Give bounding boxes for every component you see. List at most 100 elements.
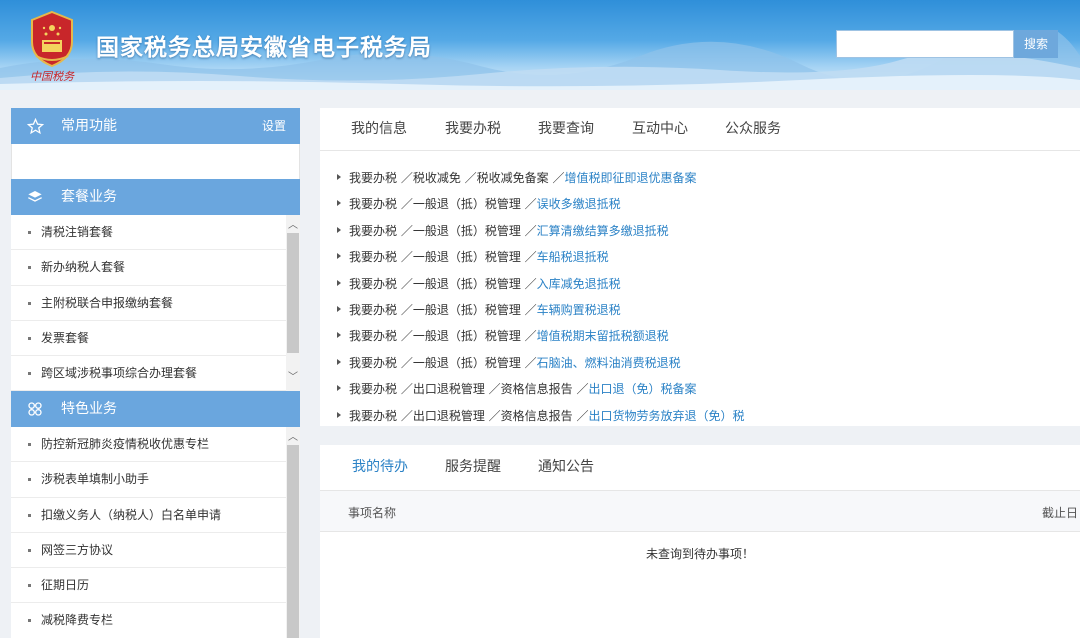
path-row: 我要办税 ／税收减免 ／税收减免备案 ／增值税即征即退优惠备案 — [320, 169, 1080, 195]
special-business-header[interactable]: 特色业务 — [11, 391, 300, 427]
common-functions-title: 常用功能 — [61, 118, 117, 134]
sidebar-item[interactable]: 跨区域涉税事项综合办理套餐 — [11, 356, 286, 391]
path-prefix: 我要办税 ／一般退（抵）税管理 ／ — [349, 329, 537, 344]
package-business-header[interactable]: 套餐业务 — [11, 179, 300, 215]
sidebar-item[interactable]: 发票套餐 — [11, 321, 286, 357]
bullet-icon — [28, 301, 31, 305]
package-list-scrollbar[interactable]: ︿ ﹀ — [286, 215, 300, 391]
path-link[interactable]: 增值税即征即退优惠备案 — [564, 171, 696, 185]
path-link[interactable]: 汇算清缴结算多缴退抵税 — [537, 224, 669, 238]
tab-service-reminder[interactable]: 服务提醒 — [445, 445, 501, 490]
path-link[interactable]: 出口退（免）税备案 — [588, 382, 696, 396]
site-header: 中国税务 国家税务总局安徽省电子税务局 搜索 — [0, 0, 1080, 90]
caret-right-icon — [337, 411, 341, 418]
caret-right-icon — [337, 305, 341, 312]
scrollbar-thumb[interactable] — [287, 233, 299, 353]
bullet-icon — [28, 231, 31, 234]
sidebar-item[interactable]: 防控新冠肺炎疫情税收优惠专栏 — [11, 427, 286, 463]
path-row: 我要办税 ／出口退税管理 ／资格信息报告 ／出口货物劳务放弃退（免）税 — [320, 407, 1080, 433]
sidebar-item[interactable]: 主附税联合申报缴纳套餐 — [11, 286, 286, 321]
scroll-down-icon[interactable]: ﹀ — [286, 371, 300, 385]
bullet-icon — [28, 548, 31, 552]
path-row: 我要办税 ／一般退（抵）税管理 ／增值税期末留抵税额退税 — [320, 327, 1080, 353]
path-link[interactable]: 石脑油、燃料油消费税退税 — [537, 356, 681, 370]
main-nav-tabs: 我的信息 我要办税 我要查询 互动中心 公众服务 — [320, 108, 1080, 151]
todo-tabs: 我的待办 服务提醒 通知公告 — [320, 445, 1080, 490]
caret-right-icon — [337, 200, 341, 207]
bullet-icon — [28, 619, 31, 623]
path-prefix: 我要办税 ／一般退（抵）税管理 ／ — [349, 276, 537, 291]
tab-my-todo[interactable]: 我的待办 — [352, 445, 408, 490]
path-prefix: 我要办税 ／一般退（抵）税管理 ／ — [349, 197, 537, 212]
tab-my-info[interactable]: 我的信息 — [351, 108, 407, 151]
shortcut-path-list: 我要办税 ／税收减免 ／税收减免备案 ／增值税即征即退优惠备案 我要办税 ／一般… — [320, 151, 1080, 433]
caret-right-icon — [337, 332, 341, 339]
search-button[interactable]: 搜索 — [1014, 30, 1058, 58]
bullet-icon — [28, 336, 31, 340]
column-deadline: 截止日 — [1042, 506, 1079, 520]
sidebar-item[interactable]: 新办纳税人套餐 — [11, 250, 286, 286]
common-functions-body — [11, 144, 300, 179]
emblem-script: 中国税务 — [30, 70, 75, 83]
bullet-icon — [28, 478, 31, 482]
package-business-list: 清税注销套餐 新办纳税人套餐 主附税联合申报缴纳套餐 发票套餐 跨区域涉税事项综… — [11, 215, 300, 391]
tax-emblem-logo: 中国税务 — [22, 6, 82, 84]
caret-right-icon — [337, 226, 341, 233]
sidebar-item[interactable]: 征期日历 — [11, 568, 286, 604]
package-business-title: 套餐业务 — [61, 189, 117, 205]
caret-right-icon — [337, 358, 341, 365]
path-prefix: 我要办税 ／一般退（抵）税管理 ／ — [349, 355, 537, 370]
path-row: 我要办税 ／一般退（抵）税管理 ／入库减免退抵税 — [320, 275, 1080, 301]
star-icon — [27, 108, 45, 144]
settings-link[interactable]: 设置 — [262, 108, 286, 144]
tab-public-service[interactable]: 公众服务 — [725, 108, 781, 151]
tab-tax-handling[interactable]: 我要办税 — [445, 108, 501, 151]
bullet-icon — [28, 584, 31, 588]
special-business-title: 特色业务 — [61, 401, 117, 417]
todo-panel: 我的待办 服务提醒 通知公告 事项名称 截止日 未查询到待办事项！ — [320, 445, 1080, 638]
sidebar-item[interactable]: 减税降费专栏 — [11, 603, 286, 638]
sidebar: 常用功能 设置 套餐业务 清税注销套餐 新办纳税人套餐 主附税联合申报缴纳套餐 … — [11, 108, 300, 638]
path-row: 我要办税 ／一般退（抵）税管理 ／车辆购置税退税 — [320, 301, 1080, 327]
path-prefix: 我要办税 ／出口退税管理 ／资格信息报告 ／ — [349, 382, 589, 397]
sidebar-item[interactable]: 清税注销套餐 — [11, 215, 286, 251]
empty-todo-message: 未查询到待办事项！ — [645, 547, 754, 561]
path-prefix: 我要办税 ／一般退（抵）税管理 ／ — [349, 223, 537, 238]
scrollbar-thumb[interactable] — [287, 445, 299, 638]
scroll-up-icon[interactable]: ︿ — [286, 219, 300, 233]
caret-right-icon — [337, 253, 341, 260]
bullet-icon — [28, 513, 31, 517]
path-link[interactable]: 误收多缴退抵税 — [537, 197, 621, 211]
path-prefix: 我要办税 ／出口退税管理 ／资格信息报告 ／ — [349, 408, 589, 423]
caret-right-icon — [337, 279, 341, 286]
path-prefix: 我要办税 ／一般退（抵）税管理 ／ — [349, 302, 537, 317]
path-link[interactable]: 车船税退抵税 — [537, 250, 609, 264]
special-list-scrollbar[interactable]: ︿ — [286, 427, 300, 638]
layers-icon — [27, 179, 45, 215]
special-business-list: 防控新冠肺炎疫情税收优惠专栏 涉税表单填制小助手 扣缴义务人（纳税人）白名单申请… — [11, 427, 300, 638]
bullet-icon — [28, 443, 31, 446]
sidebar-item[interactable]: 涉税表单填制小助手 — [11, 462, 286, 498]
path-row: 我要办税 ／出口退税管理 ／资格信息报告 ／出口退（免）税备案 — [320, 380, 1080, 406]
sidebar-item[interactable]: 网签三方协议 — [11, 533, 286, 569]
path-row: 我要办税 ／一般退（抵）税管理 ／误收多缴退抵税 — [320, 195, 1080, 221]
tab-notice[interactable]: 通知公告 — [538, 445, 594, 490]
grid-icon — [27, 391, 45, 427]
sidebar-item[interactable]: 扣缴义务人（纳税人）白名单申请 — [11, 498, 286, 533]
tab-interaction[interactable]: 互动中心 — [632, 108, 688, 151]
scroll-up-icon[interactable]: ︿ — [286, 431, 300, 445]
path-row: 我要办税 ／一般退（抵）税管理 ／汇算清缴结算多缴退抵税 — [320, 222, 1080, 248]
path-prefix: 我要办税 ／一般退（抵）税管理 ／ — [349, 250, 537, 265]
common-functions-header[interactable]: 常用功能 设置 — [11, 108, 300, 144]
todo-table-header: 事项名称 截止日 — [320, 490, 1080, 532]
site-title: 国家税务总局安徽省电子税务局 — [96, 35, 432, 61]
search-input[interactable] — [836, 30, 1014, 58]
path-link[interactable]: 车辆购置税退税 — [537, 303, 621, 317]
bullet-icon — [28, 266, 31, 270]
path-link[interactable]: 入库减免退抵税 — [537, 277, 621, 291]
path-link[interactable]: 出口货物劳务放弃退（免）税 — [588, 409, 744, 423]
path-link[interactable]: 增值税期末留抵税额退税 — [537, 329, 669, 343]
column-item-name: 事项名称 — [348, 506, 397, 520]
tab-query[interactable]: 我要查询 — [538, 108, 594, 151]
shortcut-panel: 我的信息 我要办税 我要查询 互动中心 公众服务 我要办税 ／税收减免 ／税收减… — [320, 108, 1080, 426]
